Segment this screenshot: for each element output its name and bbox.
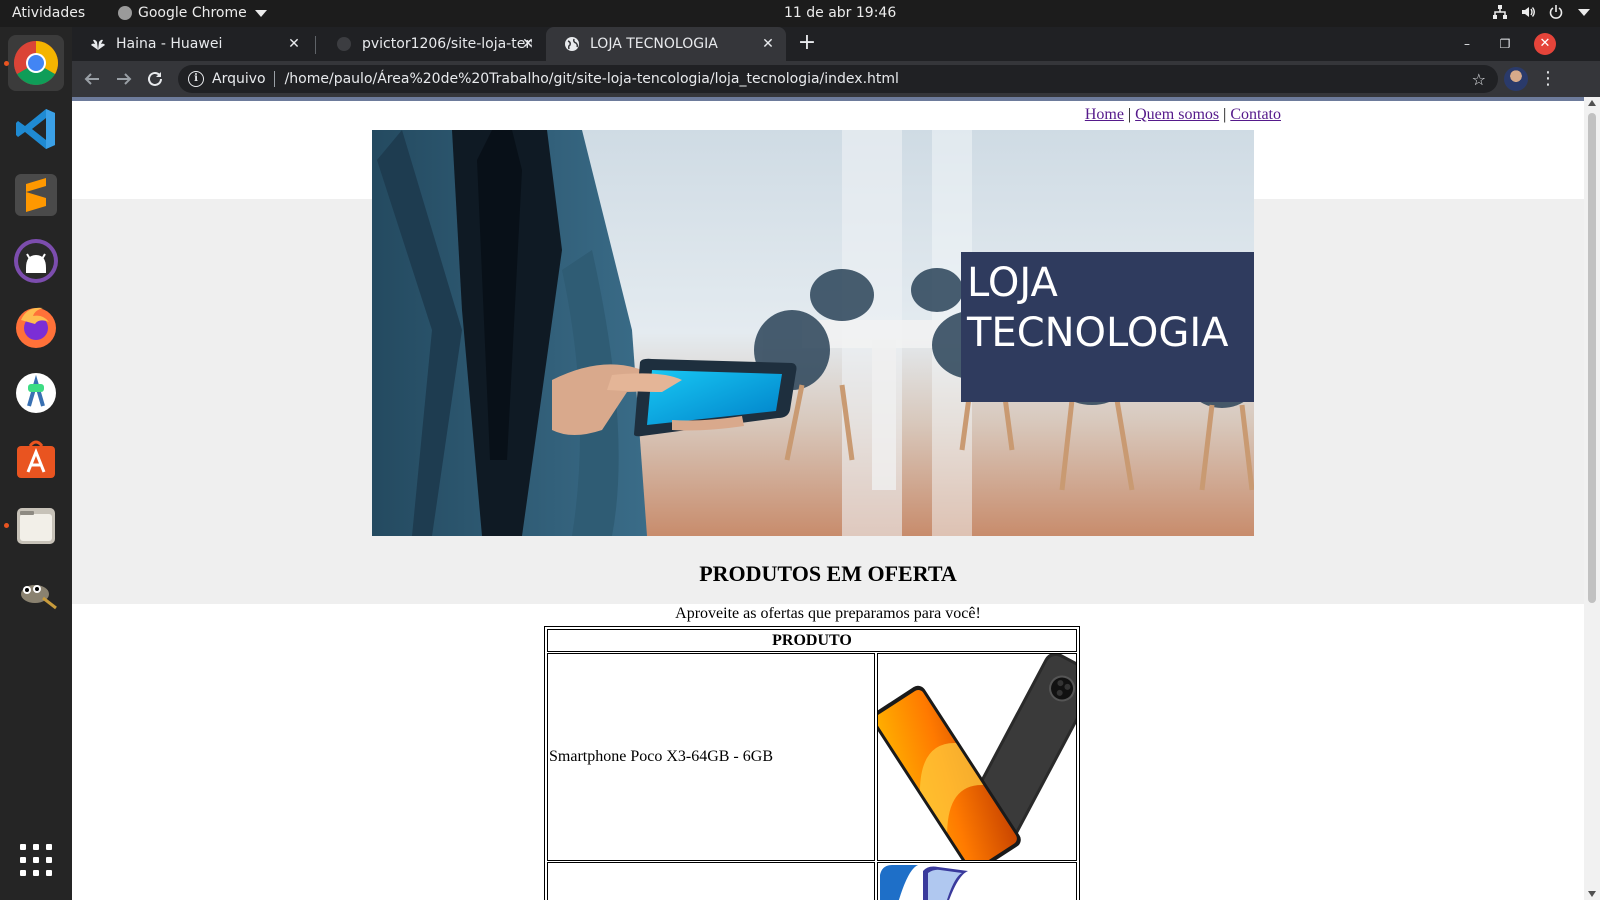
table-row xyxy=(546,862,1078,900)
bookmark-star-icon[interactable]: ☆ xyxy=(1472,70,1486,89)
dock-gimp[interactable] xyxy=(8,563,64,619)
page-viewport: Home | Quem somos | Contato LOJA TECNOLO… xyxy=(72,97,1600,900)
browser-window: Haina - Huawei ✕ pvictor1206/site-loja-t… xyxy=(72,27,1600,900)
tab-loja-tecnologia[interactable]: LOJA TECNOLOGIA ✕ xyxy=(546,27,786,61)
dock-software-center[interactable] xyxy=(8,431,64,487)
restore-icon[interactable]: ❐ xyxy=(1494,33,1516,55)
volume-icon xyxy=(1522,7,1535,17)
network-icon xyxy=(1493,5,1507,19)
tab-huawei[interactable]: Haina - Huawei ✕ xyxy=(72,27,312,61)
github-icon xyxy=(336,36,352,52)
sublime-icon xyxy=(15,174,57,216)
web-page: Home | Quem somos | Contato LOJA TECNOLO… xyxy=(72,101,1584,900)
hero-title-line2: TECNOLOGIA xyxy=(967,310,1229,356)
smartphone-image xyxy=(880,865,968,900)
dock-files[interactable] xyxy=(4,497,64,553)
app-menu-label: Google Chrome xyxy=(138,5,247,21)
hero-title: LOJA TECNOLOGIA xyxy=(961,252,1254,402)
tab-separator xyxy=(315,36,316,54)
nav-contact-link[interactable]: Contato xyxy=(1230,106,1281,123)
profile-avatar[interactable] xyxy=(1504,67,1528,91)
close-icon[interactable]: ✕ xyxy=(760,36,776,52)
url-text[interactable]: /home/paulo/Área%20de%20Trabalho/git/sit… xyxy=(285,71,899,87)
smartphone-image xyxy=(878,654,1076,860)
scroll-down-icon[interactable] xyxy=(1588,891,1596,897)
globe-icon xyxy=(564,36,580,52)
new-tab-button[interactable]: + xyxy=(796,32,818,55)
table-header-cell: PRODUTO xyxy=(547,629,1077,652)
tab-label: LOJA TECNOLOGIA xyxy=(590,36,718,52)
app-menu[interactable]: Google Chrome xyxy=(118,5,267,21)
software-center-icon xyxy=(17,440,55,478)
omnibox-divider xyxy=(273,71,275,87)
chrome-small-icon xyxy=(118,6,132,20)
nav-separator: | xyxy=(1223,106,1227,123)
dock-firefox[interactable] xyxy=(8,299,64,355)
nav-home-link[interactable]: Home xyxy=(1085,106,1124,123)
dock-chrome[interactable] xyxy=(4,35,64,91)
caret-down-icon xyxy=(1578,8,1590,16)
files-icon xyxy=(17,508,55,544)
gimp-icon xyxy=(21,585,57,610)
scheme-chip: Arquivo xyxy=(212,71,266,87)
dock xyxy=(0,27,72,900)
scrollbar-thumb[interactable] xyxy=(1588,113,1596,603)
section-subtitle: Aproveite as ofertas que preparamos para… xyxy=(675,605,981,622)
product-name-cell: Smartphone Poco X3-64GB - 6GB xyxy=(547,653,875,861)
clock[interactable]: 11 de abr 19:46 xyxy=(784,5,896,21)
forward-icon[interactable] xyxy=(112,67,136,91)
products-table: PRODUTO Smartphone Poco X3-64GB - 6GB xyxy=(544,626,1080,900)
tab-label: pvictor1206/site-loja-tenc xyxy=(362,36,532,52)
back-icon[interactable] xyxy=(80,67,104,91)
vscode-icon xyxy=(16,109,55,149)
product-image-cell xyxy=(877,653,1077,861)
product-name-cell xyxy=(547,862,875,900)
info-icon[interactable]: i xyxy=(188,71,204,87)
table-header-row: PRODUTO xyxy=(546,629,1078,652)
dock-sublime[interactable] xyxy=(8,167,64,223)
close-icon[interactable]: ✕ xyxy=(520,36,536,52)
reload-icon[interactable] xyxy=(143,67,167,91)
tab-github[interactable]: pvictor1206/site-loja-tenc ✕ xyxy=(318,27,546,61)
firefox-icon xyxy=(16,307,56,348)
hero-banner: LOJA TECNOLOGIA xyxy=(372,130,1254,536)
system-tray[interactable] xyxy=(1492,4,1590,20)
nav-separator: | xyxy=(1127,106,1132,123)
menu-kebab-icon[interactable]: ⋮ xyxy=(1538,67,1558,91)
caret-down-icon xyxy=(254,9,267,17)
dock-vscode[interactable] xyxy=(8,101,64,157)
minimize-icon[interactable]: – xyxy=(1456,33,1478,55)
page-scrollbar[interactable] xyxy=(1584,97,1600,900)
tab-label: Haina - Huawei xyxy=(116,36,223,52)
gnome-top-bar: Atividades Google Chrome 11 de abr 19:46 xyxy=(0,0,1600,27)
close-window-icon[interactable]: ✕ xyxy=(1534,33,1556,55)
power-icon xyxy=(1549,5,1563,19)
activities-button[interactable]: Atividades xyxy=(12,5,85,21)
github-icon xyxy=(14,239,58,283)
product-image-cell xyxy=(877,862,1077,900)
dock-github[interactable] xyxy=(8,233,64,289)
address-bar[interactable]: i Arquivo /home/paulo/Área%20de%20Trabal… xyxy=(178,65,1498,93)
dock-android-studio[interactable] xyxy=(8,365,64,421)
top-nav: Home | Quem somos | Contato xyxy=(1085,106,1281,124)
scroll-up-icon[interactable] xyxy=(1588,100,1596,106)
running-indicator xyxy=(4,61,9,66)
huawei-icon xyxy=(90,36,106,52)
table-row: Smartphone Poco X3-64GB - 6GB xyxy=(546,653,1078,861)
running-indicator xyxy=(4,523,9,528)
nav-about-link[interactable]: Quem somos xyxy=(1135,106,1219,123)
close-icon[interactable]: ✕ xyxy=(286,36,302,52)
tab-strip: Haina - Huawei ✕ pvictor1206/site-loja-t… xyxy=(72,27,1600,61)
section-title: PRODUTOS EM OFERTA xyxy=(699,561,957,586)
chrome-icon xyxy=(14,41,58,85)
app-grid-icon[interactable] xyxy=(20,844,52,876)
android-studio-icon xyxy=(16,373,56,413)
browser-toolbar: i Arquivo /home/paulo/Área%20de%20Trabal… xyxy=(72,61,1600,97)
hero-title-line1: LOJA xyxy=(967,260,1058,306)
